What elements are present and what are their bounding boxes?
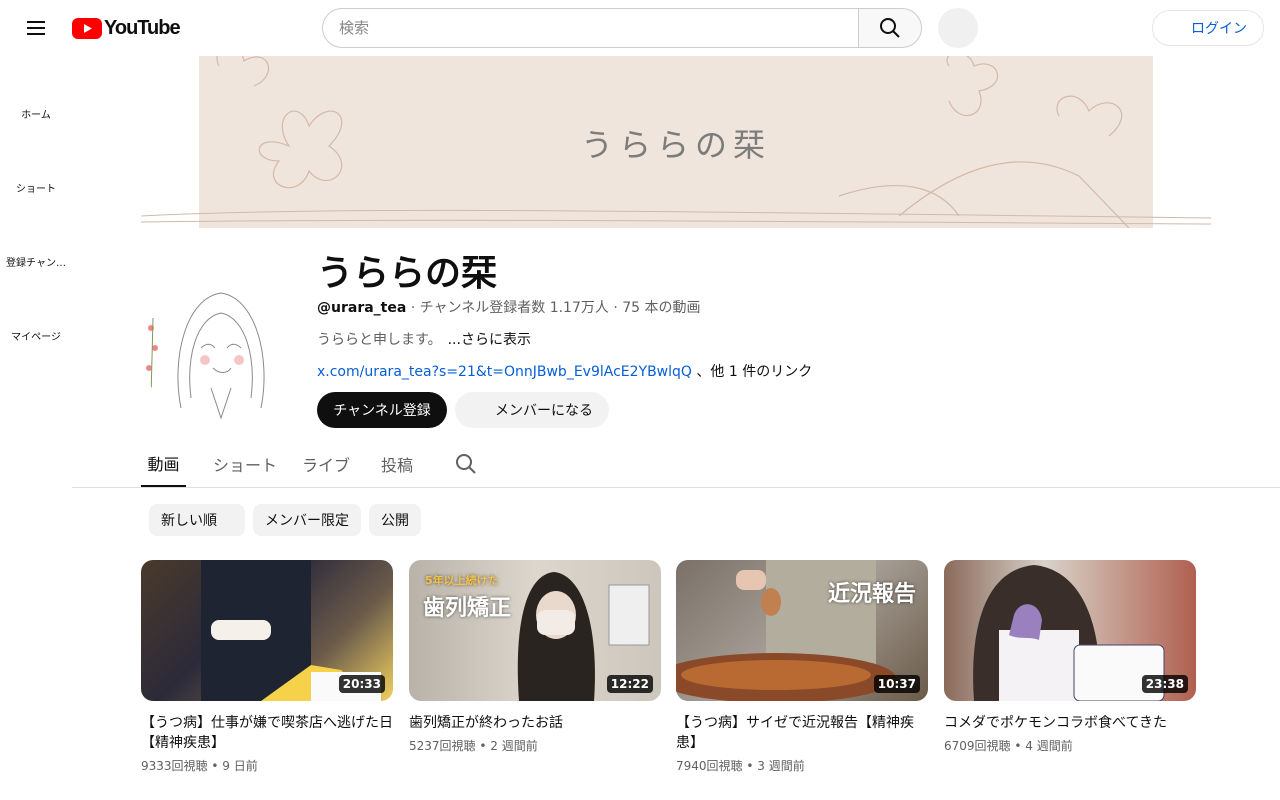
search-box[interactable]	[322, 8, 859, 48]
video-card[interactable]: 20:33 【うつ病】仕事が嫌で喫茶店へ逃げた日【精神疾患】 9333回視聴 •…	[141, 560, 393, 774]
top-bar: YouTube ログイン	[0, 0, 1280, 56]
tab-shorts[interactable]: ショート	[213, 440, 277, 487]
tab-live[interactable]: ライブ	[302, 440, 350, 487]
video-meta: 5237回視聴 • 2 週間前	[409, 739, 538, 753]
sidebar-item-shorts[interactable]: ショート	[0, 150, 72, 224]
video-duration: 10:37	[873, 675, 920, 693]
sidebar-item-label: マイページ	[11, 331, 61, 343]
channel-handle: @urara_tea	[317, 300, 407, 316]
login-label: ログイン	[1191, 21, 1247, 37]
sidebar: ホーム ショート 登録チャン… マイページ	[0, 56, 72, 800]
video-title[interactable]: 【うつ病】サイゼで近況報告【精神疾患】	[676, 713, 928, 753]
sidebar-item-label: ホーム	[21, 109, 51, 121]
video-thumbnail[interactable]: 20:33	[141, 560, 393, 701]
video-card[interactable]: 5年以上続けた 歯列矯正 12:22 歯列矯正が終わったお話 5237回視聴 •…	[409, 560, 661, 754]
video-card[interactable]: 23:38 コメダでポケモンコラボ食べてきた 6709回視聴 • 4 週間前	[944, 560, 1196, 754]
channel-tabs: 動画 ショート ライブ 投稿	[72, 440, 1280, 488]
chip-label: メンバー限定	[265, 513, 349, 529]
banner-line-decoration	[141, 209, 1211, 225]
video-title[interactable]: 【うつ病】仕事が嫌で喫茶店へ逃げた日【精神疾患】	[141, 713, 393, 753]
video-meta: 9333回視聴 • 9 日前	[141, 759, 258, 773]
video-thumbnail[interactable]: 5年以上続けた 歯列矯正 12:22	[409, 560, 661, 701]
description-text: うららと申します。	[317, 332, 442, 348]
search-icon	[880, 18, 900, 38]
tab-label: ショート	[213, 455, 278, 475]
channel-banner: うららの栞	[141, 56, 1211, 228]
voice-search-button[interactable]	[938, 8, 978, 48]
video-meta: 7940回視聴 • 3 週間前	[676, 759, 805, 773]
show-more-link[interactable]: ...さらに表示	[448, 332, 531, 348]
hamburger-menu-icon	[27, 21, 45, 35]
sidebar-item-subscriptions[interactable]: 登録チャン…	[0, 224, 72, 298]
video-duration: 20:33	[338, 675, 385, 693]
subscribe-button[interactable]: チャンネル登録	[317, 392, 447, 428]
video-duration: 23:38	[1141, 675, 1188, 693]
chip-label: 新しい順	[161, 513, 217, 529]
video-meta: 6709回視聴 • 4 週間前	[944, 739, 1073, 753]
video-thumbnail[interactable]: 近況報告 10:37	[676, 560, 928, 701]
video-title[interactable]: 歯列矯正が終わったお話	[409, 713, 661, 733]
search-button[interactable]	[858, 8, 922, 48]
channel-avatar[interactable]	[141, 268, 301, 428]
login-button[interactable]: ログイン	[1152, 10, 1264, 46]
thumbnail-caption: 近況報告	[828, 582, 917, 607]
thumbnail-subcaption: 5年以上続けた	[425, 574, 499, 587]
search-icon[interactable]	[454, 452, 478, 476]
channel-stats: · チャンネル登録者数 1.17万人 · 75 本の動画	[406, 300, 701, 316]
tab-videos[interactable]: 動画	[141, 440, 186, 487]
tab-label: 動画	[147, 454, 180, 474]
tab-label: ライブ	[302, 455, 351, 475]
logo-text: YouTube	[104, 16, 181, 39]
member-label: メンバーになる	[495, 403, 593, 419]
sidebar-item-label: ショート	[16, 183, 56, 195]
chip-newest[interactable]: 新しい順	[149, 504, 245, 536]
youtube-logo[interactable]: YouTube	[72, 16, 181, 40]
tab-posts[interactable]: 投稿	[381, 440, 413, 487]
channel-name: うららの栞	[317, 253, 498, 294]
channel-description[interactable]: うららと申します。 ...さらに表示	[317, 329, 531, 349]
channel-link[interactable]: x.com/urara_tea?s=21&t=OnnJBwb_Ev9lAcE2Y…	[317, 364, 692, 380]
video-card[interactable]: 近況報告 10:37 【うつ病】サイゼで近況報告【精神疾患】 7940回視聴 •…	[676, 560, 928, 774]
channel-links: x.com/urara_tea?s=21&t=OnnJBwb_Ev9lAcE2Y…	[317, 361, 812, 381]
join-membership-button[interactable]: メンバーになる	[455, 392, 609, 428]
menu-button[interactable]	[16, 8, 56, 48]
chip-public[interactable]: 公開	[369, 504, 421, 536]
video-title[interactable]: コメダでポケモンコラボ食べてきた	[944, 713, 1196, 733]
more-links[interactable]: 、他 1 件のリンク	[692, 364, 812, 380]
sidebar-item-home[interactable]: ホーム	[0, 76, 72, 150]
search-input[interactable]	[339, 19, 843, 37]
subscribe-label: チャンネル登録	[333, 403, 431, 419]
avatar-illustration	[141, 268, 301, 428]
sidebar-item-you[interactable]: マイページ	[0, 298, 72, 372]
sidebar-item-label: 登録チャン…	[6, 257, 66, 269]
thumbnail-caption: 歯列矯正	[423, 596, 512, 621]
tab-label: 投稿	[381, 455, 414, 475]
chip-members-only[interactable]: メンバー限定	[253, 504, 361, 536]
channel-meta: @urara_tea · チャンネル登録者数 1.17万人 · 75 本の動画	[317, 297, 700, 317]
video-duration: 12:22	[606, 675, 653, 693]
chip-label: 公開	[381, 513, 409, 529]
youtube-play-icon	[72, 17, 102, 39]
video-thumbnail[interactable]: 23:38	[944, 560, 1196, 701]
